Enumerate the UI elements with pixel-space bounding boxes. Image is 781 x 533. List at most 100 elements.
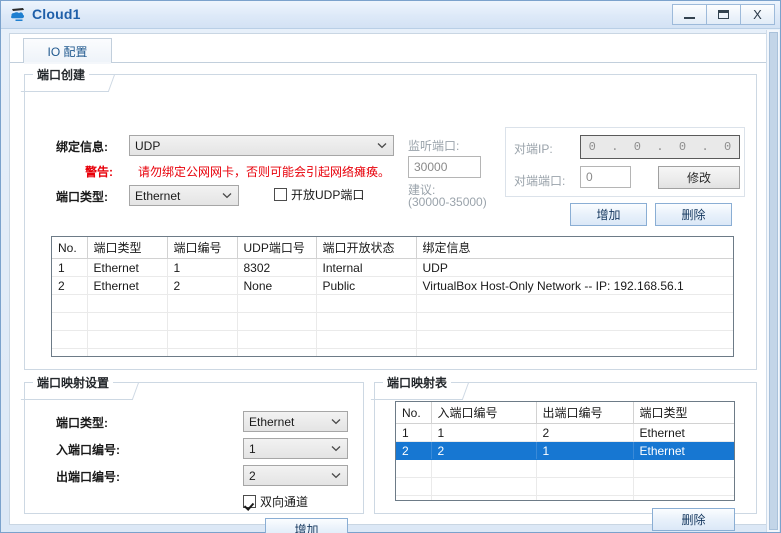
maximize-button[interactable] [706,4,740,25]
table-row[interactable] [396,477,734,496]
peer-ip-label: 对端IP: [514,142,553,156]
table-row[interactable] [52,348,733,356]
window-title: Cloud1 [32,6,81,22]
out-port-select[interactable]: 2 [243,465,348,486]
modify-button-label: 修改 [686,171,711,185]
mapping-table-cell-3 [633,477,734,496]
port-table-cell-1 [87,312,168,331]
chevron-down-icon [331,472,341,481]
port-table-cell-0 [52,330,88,349]
table-row-selected[interactable]: 2 2 1 Ethernet [396,441,734,460]
peer-port-input[interactable]: 0 [580,166,631,188]
warning-label: 警告: [85,165,113,179]
table-row[interactable] [52,330,733,349]
table-row[interactable] [52,294,733,313]
table-row[interactable] [396,459,734,478]
chevron-down-icon [331,418,341,427]
port-table-cell-1: Ethernet [87,258,168,277]
vertical-scrollbar[interactable] [766,30,779,532]
tab-strip: IO 配置 [10,34,772,64]
minimize-button[interactable] [672,4,706,25]
mapping-table-cell-1 [431,477,537,496]
mapping-table-cell-2: 1 [536,441,634,460]
delete-port-button[interactable]: 删除 [655,203,732,226]
peer-port-label: 对端端口: [514,174,566,188]
table-row[interactable] [396,495,734,500]
close-icon: X [753,7,762,22]
bidirectional-channel-checkbox[interactable]: 双向通道 [243,493,308,510]
bidirectional-channel-label: 双向通道 [260,495,309,509]
port-table-cell-5: UDP [416,258,733,277]
port-table-cell-3 [237,330,317,349]
table-row[interactable]: 1 1 2 Ethernet [396,423,734,442]
port-type-label: 端口类型: [56,190,108,204]
port-table-cell-2: 2 [167,276,238,295]
map-port-type-label: 端口类型: [56,416,108,430]
open-udp-port-label: 开放UDP端口 [291,188,365,202]
mapping-table[interactable]: No. 入端口编号 出端口编号 端口类型 1 1 2 Ethernet 2 2 1 Ethernet [395,401,735,501]
mapping-table-cell-0: 2 [396,441,432,460]
mapping-table-body: 1 1 2 Ethernet 2 2 1 Ethernet [396,423,734,500]
port-table[interactable]: No. 端口类型 端口编号 UDP端口号 端口开放状态 绑定信息 1 Ethernet 1 83… [51,236,734,357]
tab-io-config[interactable]: IO 配置 [23,38,112,63]
port-table-cell-4 [316,312,417,331]
mapping-table-grid: No. 入端口编号 出端口编号 端口类型 1 1 2 Ethernet 2 2 1 Ethernet [396,402,734,500]
peer-ip-input[interactable]: 0 . 0 . 0 . 0 [580,135,740,159]
port-table-cell-5 [416,348,733,356]
mapping-table-header-row: No. 入端口编号 出端口编号 端口类型 [396,402,734,424]
port-table-cell-3: 8302 [237,258,317,277]
peer-ip-octet-1: 0 [588,140,596,154]
binding-info-select[interactable]: UDP [129,135,394,156]
suggest-range: (30000-35000) [408,195,487,209]
mapping-table-cell-1: 1 [431,423,537,442]
port-table-cell-4: Public [316,276,417,295]
client-area: IO 配置 端口创建 绑定信息: UDP 警告: 请勿绑定公网网卡，否则可能会引… [9,33,773,533]
port-table-cell-0: 2 [52,276,88,295]
mapping-table-cell-3: Ethernet [633,441,734,460]
open-udp-port-checkbox[interactable]: 开放UDP端口 [274,186,364,203]
mapping-table-cell-2 [536,495,634,500]
mapping-table-cell-3 [633,459,734,478]
vertical-scrollbar-thumb[interactable] [769,32,778,530]
table-row[interactable]: 1 Ethernet 1 8302 Internal UDP [52,258,733,277]
binding-info-label: 绑定信息: [56,140,108,154]
listen-port-input[interactable]: 30000 [408,156,481,178]
modify-button[interactable]: 修改 [658,166,740,189]
in-port-select[interactable]: 1 [243,438,348,459]
port-table-header-5: 绑定信息 [416,237,733,259]
mapping-table-header-2: 出端口编号 [536,402,634,424]
mapping-table-cell-0 [396,477,432,496]
close-button[interactable]: X [740,4,775,25]
port-table-cell-0 [52,312,88,331]
port-table-header-2: 端口编号 [167,237,238,259]
add-port-button-label: 增加 [596,208,621,222]
mapping-table-cell-1 [431,495,537,500]
in-port-value: 1 [249,441,256,456]
add-port-button[interactable]: 增加 [570,203,647,226]
port-table-cell-1: Ethernet [87,276,168,295]
port-table-cell-5: VirtualBox Host-Only Network -- IP: 192.… [416,276,733,295]
mapping-table-cell-2: 2 [536,423,634,442]
chevron-down-icon [377,142,387,151]
port-table-body: 1 Ethernet 1 8302 Internal UDP 2 Ethernet 2 None P… [52,258,733,356]
delete-port-button-label: 删除 [681,208,706,222]
checkbox-box [243,495,256,508]
ip-dot-separator: . [611,140,619,154]
ip-dot-separator: . [701,140,709,154]
port-type-value: Ethernet [135,188,181,203]
port-table-cell-2 [167,312,238,331]
delete-mapping-button[interactable]: 删除 [652,508,735,531]
map-port-type-select[interactable]: Ethernet [243,411,348,432]
peer-ip-octet-3: 0 [678,140,687,154]
port-type-select[interactable]: Ethernet [129,185,239,206]
port-table-header-1: 端口类型 [87,237,168,259]
add-mapping-button[interactable]: 增加 [265,518,348,533]
mapping-table-cell-3: Ethernet [633,423,734,442]
port-table-cell-5 [416,312,733,331]
mapping-settings-group-title: 端口映射设置 [33,374,114,391]
mapping-table-header-1: 入端口编号 [431,402,537,424]
table-row[interactable]: 2 Ethernet 2 None Public VirtualBox Host-Only… [52,276,733,295]
mapping-settings-group: 端口映射设置 端口类型: Ethernet 入端口编号: 1 出端口编号: 2 [20,374,364,533]
table-row[interactable] [52,312,733,331]
port-table-header-4: 端口开放状态 [316,237,417,259]
